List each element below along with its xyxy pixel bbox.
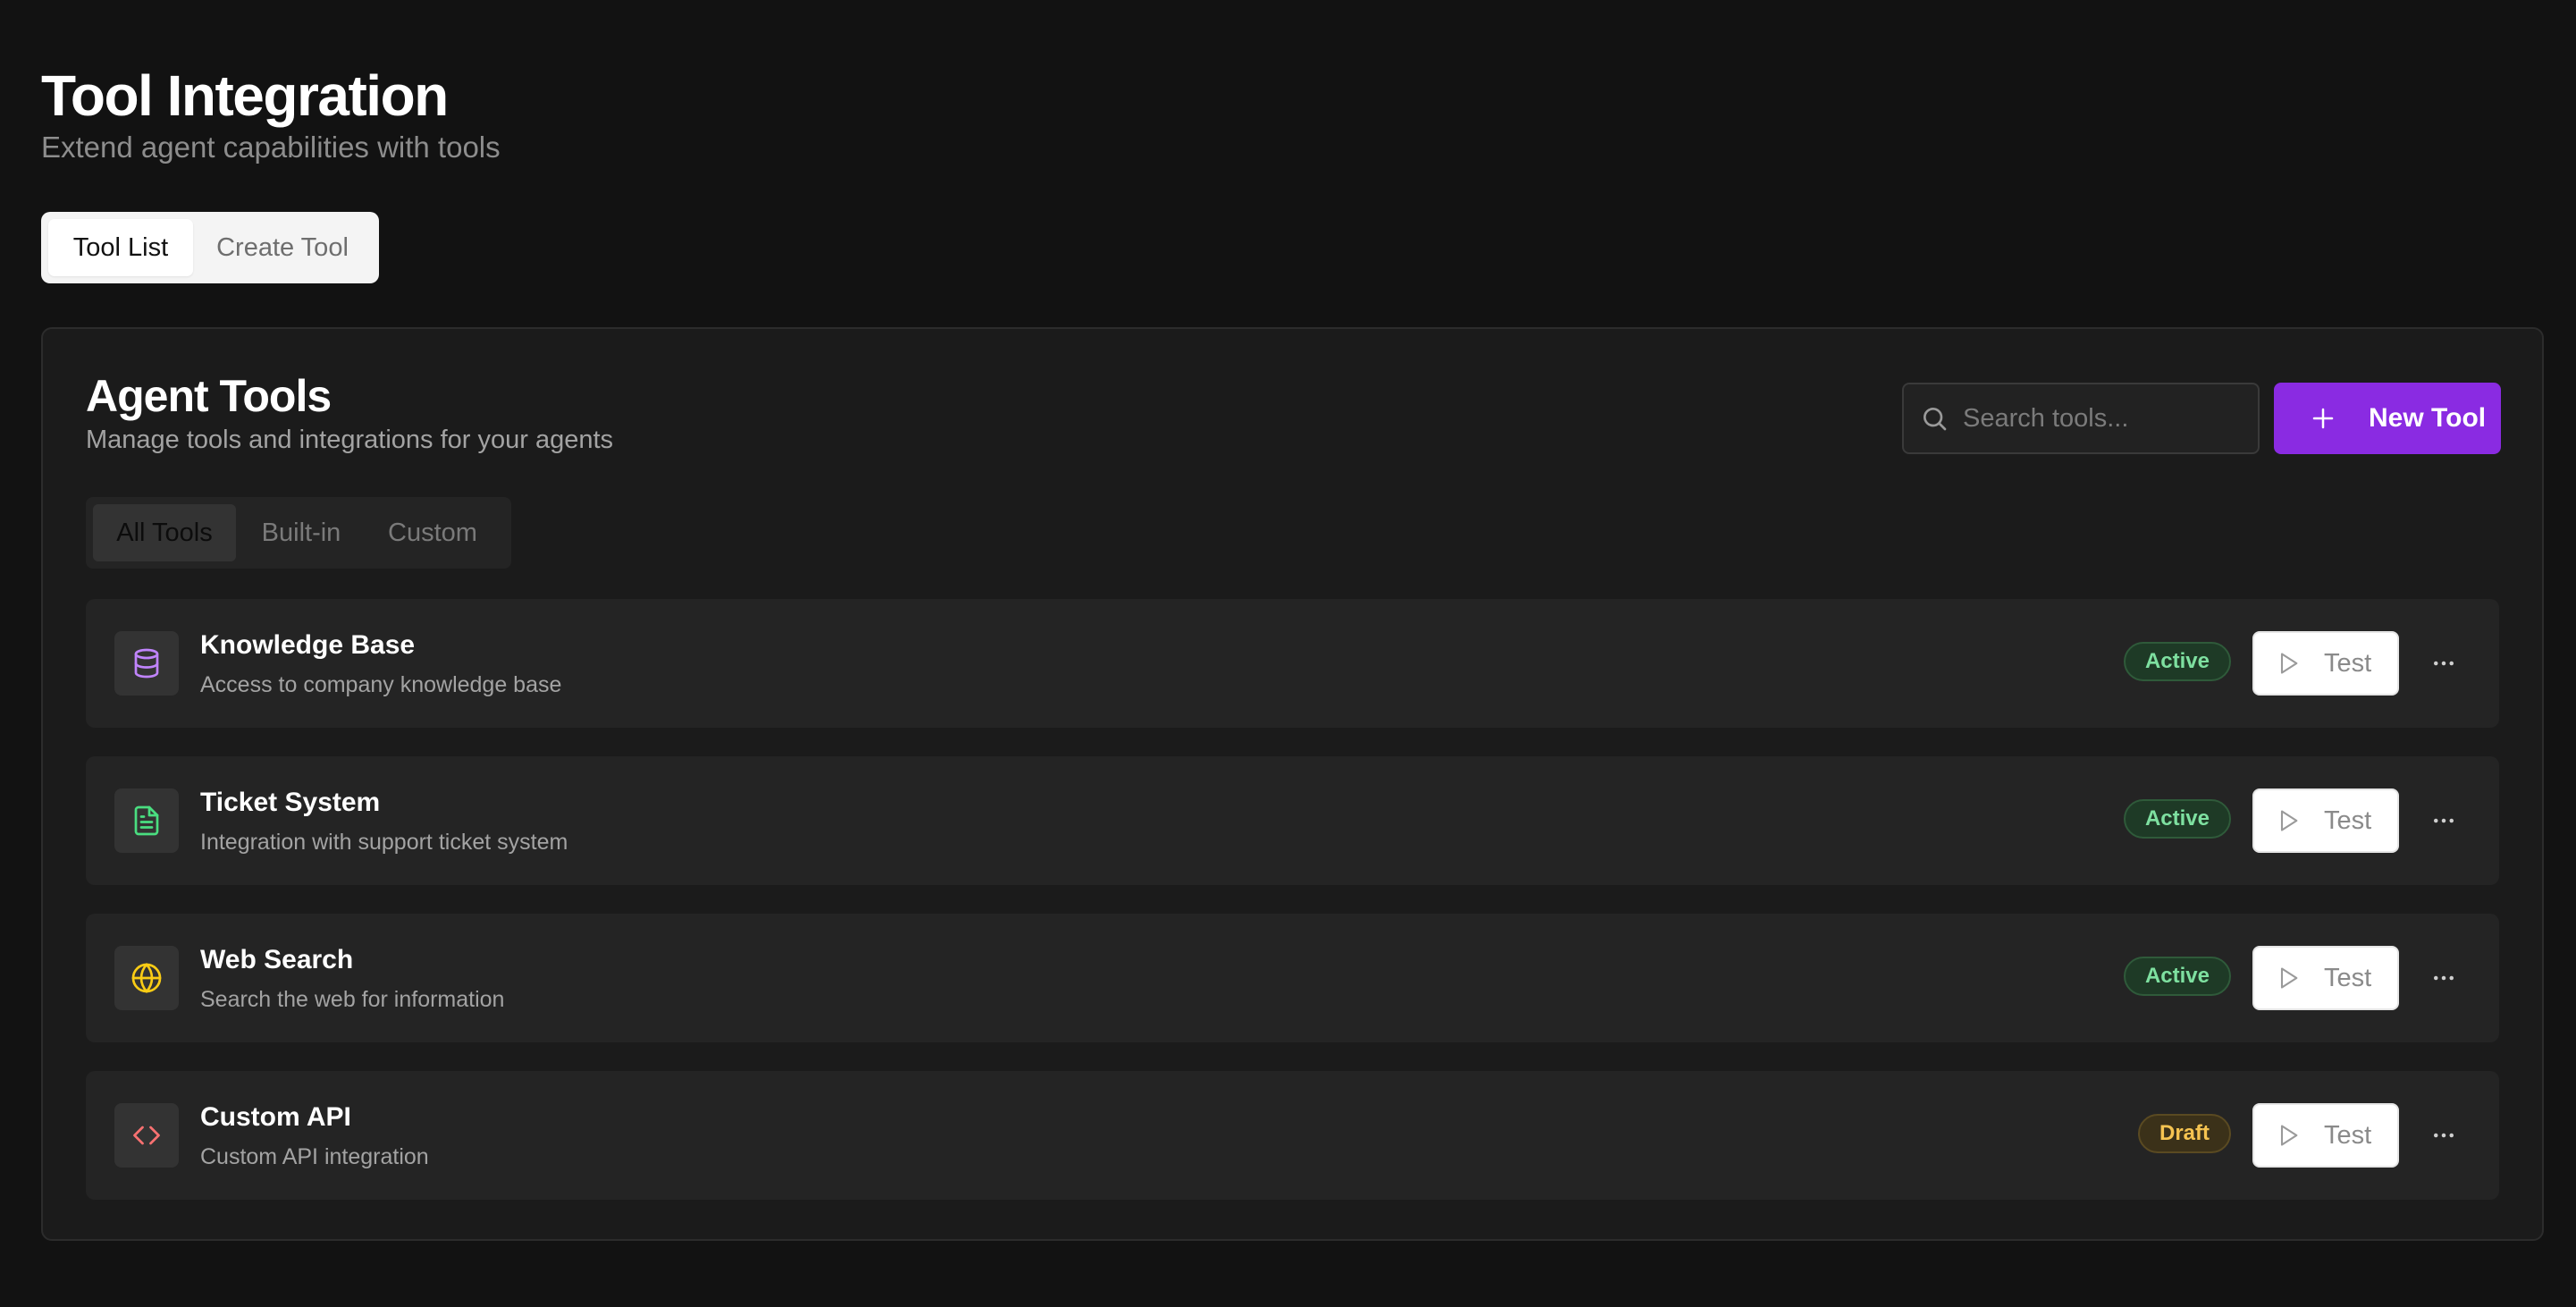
- globe-icon: [131, 963, 162, 993]
- code-icon: [133, 1126, 160, 1145]
- tool-name: Knowledge Base: [200, 630, 416, 660]
- database-icon: [134, 648, 159, 679]
- search-box[interactable]: [1902, 383, 2260, 454]
- tool-name: Ticket System: [200, 788, 381, 817]
- more-options-button[interactable]: [2420, 799, 2467, 842]
- filter-tab-all-tools[interactable]: All Tools: [93, 504, 236, 561]
- tool-row-web-search[interactable]: Web Search Search the web for informatio…: [86, 914, 2499, 1042]
- page-title: Tool Integration: [41, 63, 449, 128]
- test-label: Test: [2324, 805, 2372, 835]
- tool-integration-page: Tool Integration Extend agent capabiliti…: [0, 0, 2576, 1307]
- tool-description: Custom API integration: [200, 1144, 429, 1169]
- more-icon: [2434, 818, 2454, 823]
- test-label: Test: [2324, 1120, 2372, 1150]
- document-icon: [134, 805, 159, 836]
- play-icon: [2280, 653, 2298, 674]
- play-icon: [2280, 810, 2298, 831]
- tool-icon-box: [114, 946, 179, 1010]
- top-tabs: Tool List Create Tool: [41, 212, 379, 283]
- status-badge: Active: [2124, 957, 2231, 996]
- card-title: Agent Tools: [86, 371, 332, 421]
- agent-tools-card: Agent Tools Manage tools and integration…: [41, 327, 2544, 1241]
- search-icon: [1924, 408, 1947, 431]
- tool-row-ticket-system[interactable]: Ticket System Integration with support t…: [86, 756, 2499, 885]
- tool-row-custom-api[interactable]: Custom API Custom API integration Draft …: [86, 1071, 2499, 1200]
- status-badge: Draft: [2138, 1114, 2231, 1153]
- tool-list: Knowledge Base Access to company knowled…: [86, 599, 2499, 1228]
- tool-description: Access to company knowledge base: [200, 672, 562, 697]
- new-tool-button[interactable]: New Tool: [2274, 383, 2501, 454]
- play-icon: [2280, 967, 2298, 989]
- tab-create-tool[interactable]: Create Tool: [193, 219, 372, 276]
- play-icon: [2280, 1125, 2298, 1146]
- filter-tab-custom[interactable]: Custom: [366, 504, 499, 561]
- tab-tool-list[interactable]: Tool List: [48, 219, 193, 276]
- page-subtitle: Extend agent capabilities with tools: [41, 131, 501, 164]
- test-label: Test: [2324, 963, 2372, 992]
- tool-icon-box: [114, 788, 179, 853]
- card-subtitle: Manage tools and integrations for your a…: [86, 426, 614, 454]
- test-label: Test: [2324, 648, 2372, 678]
- more-icon: [2434, 975, 2454, 981]
- plus-icon: [2312, 408, 2334, 429]
- tool-icon-box: [114, 1103, 179, 1168]
- filter-tabs: All Tools Built-in Custom: [86, 497, 511, 569]
- new-tool-label: New Tool: [2369, 403, 2487, 433]
- status-badge: Active: [2124, 799, 2231, 839]
- more-options-button[interactable]: [2420, 1114, 2467, 1157]
- more-options-button[interactable]: [2420, 957, 2467, 999]
- tool-name: Web Search: [200, 945, 354, 974]
- tool-description: Integration with support ticket system: [200, 830, 568, 855]
- tool-description: Search the web for information: [200, 987, 505, 1012]
- status-badge: Active: [2124, 642, 2231, 681]
- more-options-button[interactable]: [2420, 642, 2467, 685]
- tool-icon-box: [114, 631, 179, 696]
- tool-name: Custom API: [200, 1102, 351, 1132]
- test-button[interactable]: Test: [2252, 631, 2399, 696]
- test-button[interactable]: Test: [2252, 1103, 2399, 1168]
- more-icon: [2434, 661, 2454, 666]
- test-button[interactable]: Test: [2252, 946, 2399, 1010]
- tool-row-knowledge-base[interactable]: Knowledge Base Access to company knowled…: [86, 599, 2499, 728]
- search-input[interactable]: [1963, 403, 2249, 434]
- test-button[interactable]: Test: [2252, 788, 2399, 853]
- filter-tab-built-in[interactable]: Built-in: [236, 504, 366, 561]
- more-icon: [2434, 1133, 2454, 1138]
